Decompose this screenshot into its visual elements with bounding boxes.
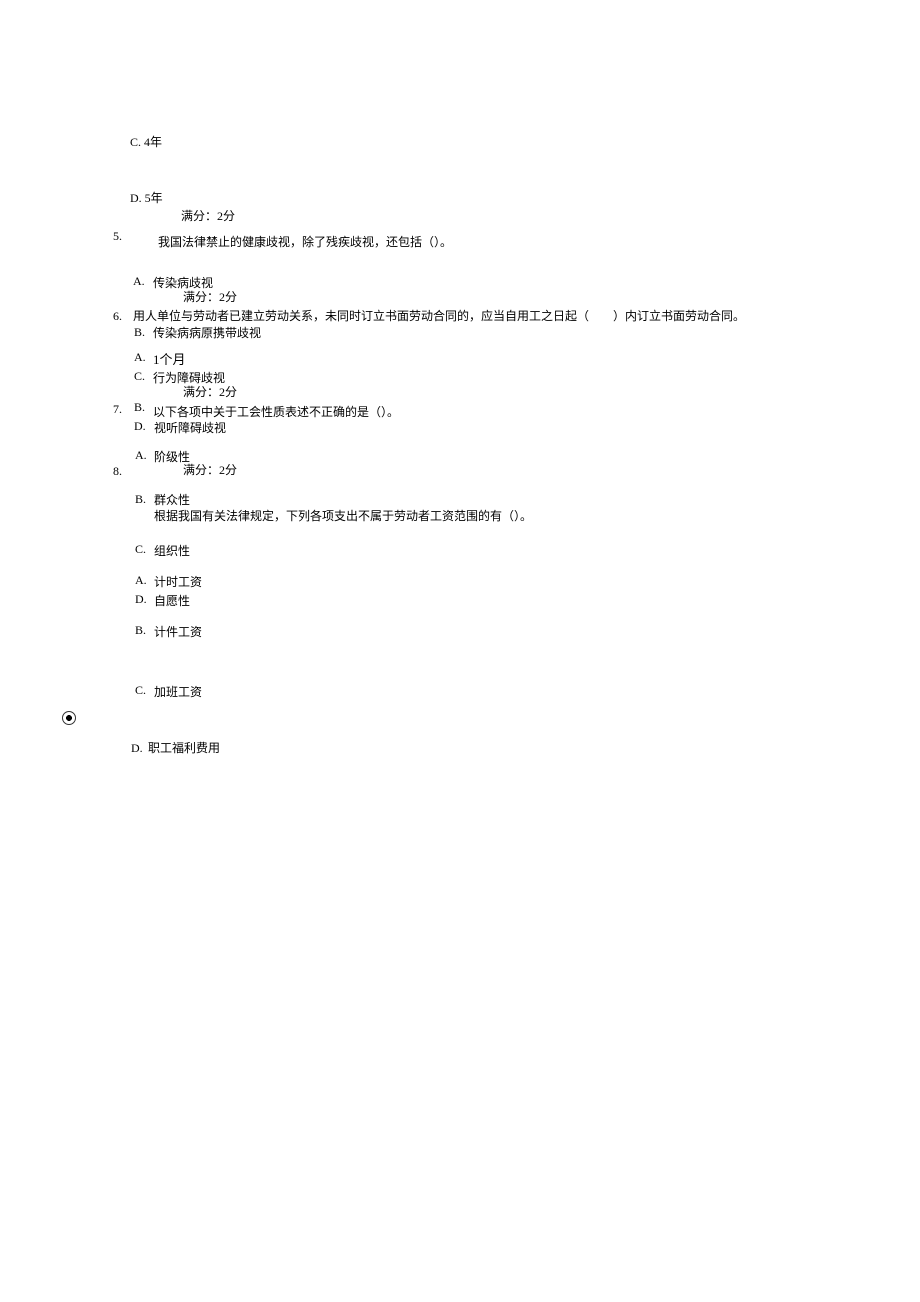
- q7-option-d-letter: D.: [135, 593, 147, 605]
- q8-stem: 根据我国有关法律规定，下列各项支出不属于劳动者工资范围的有（）。: [154, 510, 532, 522]
- q5-option-b-letter: B.: [134, 326, 145, 338]
- q5-option-b-text: 传染病病原携带歧视: [153, 327, 261, 339]
- q7-stem: 以下各项中关于工会性质表述不正确的是（）。: [153, 406, 399, 418]
- q6-number: 6.: [113, 310, 122, 322]
- q6-option-b-letter: B.: [134, 401, 145, 413]
- q7-option-a-text: 阶级性: [154, 451, 190, 463]
- q7-option-b-letter: B.: [135, 493, 146, 505]
- score-label-q5: 满分：2分: [181, 210, 235, 222]
- q5-number: 5.: [113, 230, 122, 242]
- q8-option-c-text: 加班工资: [154, 686, 202, 698]
- q6-option-a-letter: A.: [134, 351, 146, 363]
- q6-option-a-text: 1个月: [153, 353, 186, 366]
- q5-option-d-letter: D.: [134, 420, 146, 432]
- score-label-q8: 满分：2分: [183, 464, 237, 476]
- q8-option-d-text: 职工福利费用: [148, 742, 220, 754]
- q8-option-c-letter: C.: [135, 684, 146, 696]
- score-label-q6: 满分：2分: [183, 291, 237, 303]
- q7-option-b-text: 群众性: [154, 494, 190, 506]
- q5-stem: 我国法律禁止的健康歧视，除了残疾歧视，还包括（）。: [158, 236, 452, 248]
- score-label-q7: 满分：2分: [183, 386, 237, 398]
- q8-option-a-letter: A.: [135, 574, 147, 586]
- q5-option-c-text: 行为障碍歧视: [153, 372, 225, 384]
- q8-option-b-letter: B.: [135, 624, 146, 636]
- q6-stem: 用人单位与劳动者已建立劳动关系，未同时订立书面劳动合同的，应当自用工之日起（ ）…: [133, 310, 745, 322]
- q7-option-d-text: 自愿性: [154, 595, 190, 607]
- q5-option-d-text: 视听障碍歧视: [154, 422, 226, 434]
- q5-option-a-text: 传染病歧视: [153, 277, 213, 289]
- q8-option-b-text: 计件工资: [154, 626, 202, 638]
- q8-number: 8.: [113, 465, 122, 477]
- q8-option-a-text: 计时工资: [154, 576, 202, 588]
- q7-option-a-letter: A.: [135, 449, 147, 461]
- q7-option-c-letter: C.: [135, 543, 146, 555]
- radio-selected-icon[interactable]: [62, 711, 76, 725]
- prev-option-c-letter: C. 4年: [130, 136, 162, 148]
- q5-option-c-letter: C.: [134, 370, 145, 382]
- q5-option-a-letter: A.: [133, 275, 145, 287]
- q7-number: 7.: [113, 403, 122, 415]
- prev-option-d-letter: D. 5年: [130, 192, 163, 204]
- q8-option-d-letter: D.: [131, 742, 143, 754]
- q7-option-c-text: 组织性: [154, 545, 190, 557]
